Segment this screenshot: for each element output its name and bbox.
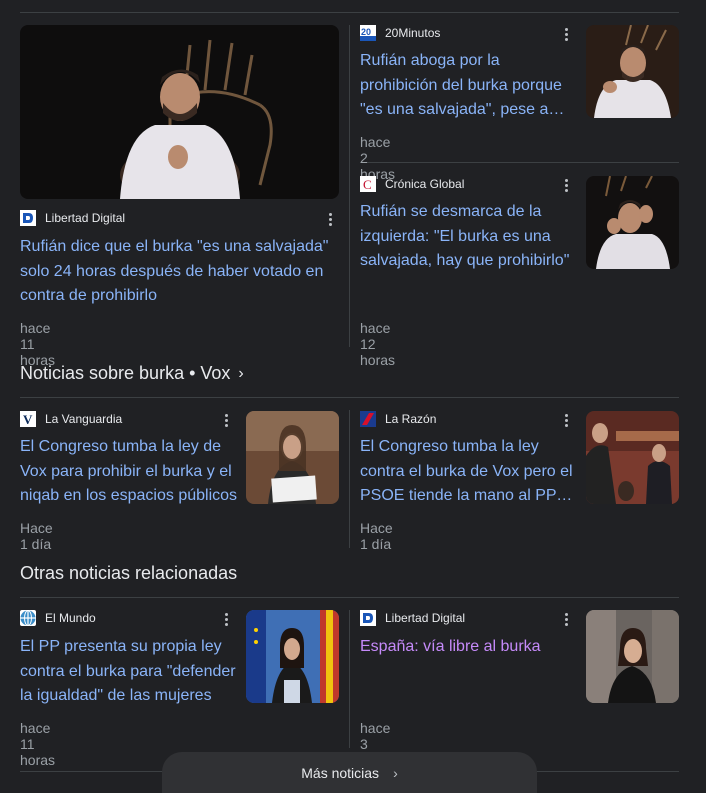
top-divider <box>20 12 679 13</box>
side-story-thumbnail[interactable] <box>586 176 679 269</box>
source-label: Libertad Digital <box>20 210 125 226</box>
news-thumbnail[interactable] <box>246 411 339 504</box>
news-headline[interactable]: El Congreso tumba la ley contra el burka… <box>360 435 578 509</box>
svg-text:20: 20 <box>361 27 371 37</box>
chevron-right-icon: › <box>393 764 398 781</box>
more-options-icon[interactable] <box>560 611 572 627</box>
news-headline[interactable]: España: vía libre al burka <box>360 635 578 660</box>
la-vanguardia-icon: V <box>20 411 36 427</box>
source-label: V La Vanguardia <box>20 411 122 427</box>
top-story-thumbnail[interactable] <box>20 25 339 199</box>
timestamp: Hace 1 día <box>360 520 393 552</box>
more-options-icon[interactable] <box>560 412 572 428</box>
timestamp: hace 2 horas <box>360 134 396 182</box>
source-label: El Mundo <box>20 610 96 626</box>
source-label: 20 20Minutos <box>360 25 441 41</box>
news-thumbnail[interactable] <box>246 610 339 703</box>
section-title-text: Noticias sobre burka • Vox <box>20 363 231 383</box>
chevron-right-icon: › <box>238 364 244 382</box>
section-title-related: Otras noticias relacionadas <box>20 563 237 584</box>
news-headline[interactable]: El PP presenta su propia ley contra el b… <box>20 635 238 709</box>
timestamp: hace 11 horas <box>20 320 56 368</box>
timestamp: Hace 1 día <box>20 520 53 552</box>
news-headline[interactable]: El Congreso tumba la ley de Vox para pro… <box>20 435 238 509</box>
top-story-headline[interactable]: Rufián dice que el burka "es una salvaja… <box>20 235 340 309</box>
el-mundo-icon <box>20 610 36 626</box>
section-title-text: Otras noticias relacionadas <box>20 563 238 583</box>
timestamp: hace 11 horas <box>20 720 56 768</box>
side-story-headline[interactable]: Rufián se desmarca de la izquierda: "El … <box>360 200 580 274</box>
svg-text:C: C <box>363 177 372 192</box>
20minutos-icon: 20 <box>360 25 376 41</box>
cronica-global-icon: C <box>360 176 376 192</box>
side-story-thumbnail[interactable] <box>586 25 679 118</box>
more-options-icon[interactable] <box>220 611 232 627</box>
source-label: C Crónica Global <box>360 176 464 192</box>
source-label: La Razón <box>360 411 436 427</box>
column-divider <box>349 610 350 748</box>
more-news-label: Más noticias <box>301 764 380 781</box>
section-title-vox[interactable]: Noticias sobre burka • Vox › <box>20 363 244 384</box>
more-options-icon[interactable] <box>324 211 336 227</box>
la-razon-icon <box>360 411 376 427</box>
libertad-digital-icon <box>20 210 36 226</box>
column-divider <box>349 25 350 347</box>
more-options-icon[interactable] <box>560 177 572 193</box>
side-story-headline[interactable]: Rufián aboga por la prohibición del burk… <box>360 49 575 123</box>
timestamp: hace 12 horas <box>360 320 396 368</box>
svg-text:V: V <box>23 412 33 427</box>
news-thumbnail[interactable] <box>586 610 679 703</box>
source-label: Libertad Digital <box>360 610 465 626</box>
more-news-button[interactable]: Más noticias › <box>162 752 537 793</box>
section-divider <box>20 597 679 598</box>
side-story-divider <box>360 162 679 163</box>
news-thumbnail[interactable] <box>586 411 679 504</box>
section-divider <box>20 397 679 398</box>
column-divider <box>349 410 350 548</box>
libertad-digital-icon <box>360 610 376 626</box>
more-options-icon[interactable] <box>560 26 572 42</box>
more-options-icon[interactable] <box>220 412 232 428</box>
